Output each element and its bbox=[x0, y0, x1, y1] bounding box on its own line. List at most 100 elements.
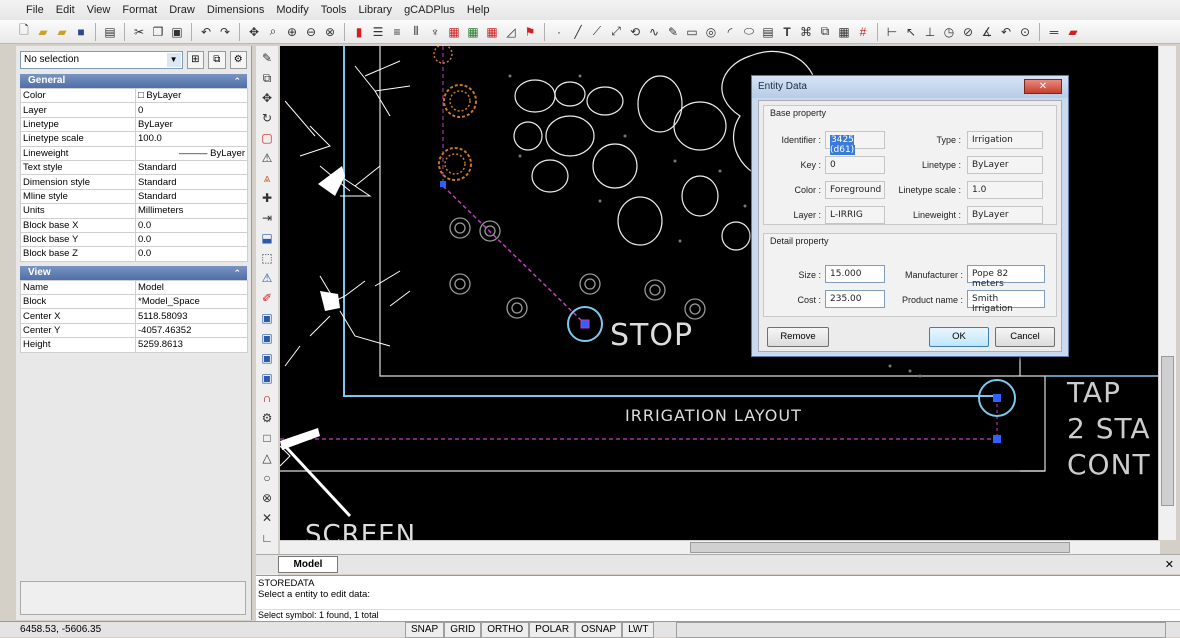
explode-icon[interactable]: ▣ bbox=[259, 330, 275, 346]
table-row[interactable]: Center Y -4057.46352 bbox=[20, 322, 248, 339]
move-icon[interactable]: ✥ bbox=[259, 90, 275, 106]
identifier-field[interactable]: 3425 (d61) bbox=[825, 131, 885, 155]
dim-style-icon[interactable]: ═ bbox=[1046, 24, 1062, 40]
remove-button[interactable]: Remove bbox=[767, 327, 829, 347]
linear-dim-icon[interactable]: ⊢ bbox=[884, 24, 900, 40]
collapse-icon[interactable]: ⌃ bbox=[233, 74, 241, 88]
erase-icon[interactable]: ✎ bbox=[259, 50, 275, 66]
line-icon[interactable]: ╱ bbox=[570, 24, 586, 40]
diameter-dim-icon[interactable]: ⊘ bbox=[960, 24, 976, 40]
save-icon[interactable]: ■ bbox=[73, 24, 89, 40]
grid-tool-icon[interactable]: # bbox=[855, 24, 871, 40]
triangle-shape-icon[interactable]: △ bbox=[259, 450, 275, 466]
circle-icon[interactable]: ◎ bbox=[703, 24, 719, 40]
table-row[interactable]: Layer 0 bbox=[20, 102, 248, 118]
table-row[interactable]: Block base Z 0.0 bbox=[20, 246, 248, 262]
table-icon[interactable]: ▦ bbox=[836, 24, 852, 40]
menu-draw[interactable]: Draw bbox=[163, 4, 201, 16]
selected-node[interactable] bbox=[580, 319, 590, 329]
tab-model[interactable]: Model bbox=[278, 556, 338, 573]
product-name-input[interactable]: Smith Irrigation bbox=[967, 290, 1045, 314]
table-row[interactable]: Color □ ByLayer bbox=[20, 87, 248, 104]
layers-icon[interactable]: ▮ bbox=[351, 24, 367, 40]
prop-value[interactable]: 0 bbox=[135, 102, 248, 118]
table-row[interactable]: Block base X 0.0 bbox=[20, 217, 248, 233]
linetype-icon[interactable]: ≡ bbox=[389, 24, 405, 40]
square-shape-icon[interactable]: □ bbox=[259, 430, 275, 446]
table-row[interactable]: Block *Model_Space bbox=[20, 294, 248, 310]
arc-icon[interactable]: ◜ bbox=[722, 24, 738, 40]
attribute-icon[interactable]: ⚙ bbox=[259, 410, 275, 426]
trim-icon[interactable]: ✚ bbox=[259, 190, 275, 206]
join-icon[interactable]: ▣ bbox=[259, 350, 275, 366]
spline-icon[interactable]: ∿ bbox=[646, 24, 662, 40]
command-input[interactable]: Select symbol: 1 found, 1 total bbox=[256, 609, 1180, 621]
extend-icon[interactable]: ⇥ bbox=[259, 210, 275, 226]
cross-icon[interactable]: ✕ bbox=[259, 510, 275, 526]
polar-toggle[interactable]: POLAR bbox=[529, 622, 576, 638]
table-row[interactable]: Name Model bbox=[20, 279, 248, 296]
measure-icon[interactable]: ◿ bbox=[503, 24, 519, 40]
chevron-down-icon[interactable]: ▼ bbox=[166, 53, 181, 67]
menu-dimensions[interactable]: Dimensions bbox=[201, 4, 270, 16]
rotate-icon[interactable]: ↻ bbox=[259, 110, 275, 126]
close-icon[interactable]: ✕ bbox=[1165, 558, 1174, 571]
menu-file[interactable]: File bbox=[20, 4, 50, 16]
vertical-scrollbar[interactable] bbox=[1158, 46, 1176, 540]
prop-value[interactable]: ByLayer bbox=[135, 116, 248, 133]
pan-icon[interactable]: ✥ bbox=[246, 24, 262, 40]
zoom-window-icon[interactable]: ⊕ bbox=[284, 24, 300, 40]
menu-view[interactable]: View bbox=[81, 4, 117, 16]
text-icon[interactable]: T bbox=[779, 24, 795, 40]
xline-icon[interactable]: ⤢ bbox=[608, 24, 624, 40]
array-icon[interactable]: ⚠ bbox=[259, 270, 275, 286]
center-mark-icon[interactable]: ⊙ bbox=[1017, 24, 1033, 40]
selection-dropdown[interactable]: No selection ▼ bbox=[20, 51, 183, 69]
group-icon[interactable]: ⧉ bbox=[817, 24, 833, 40]
block-icon[interactable]: ▦ bbox=[446, 24, 462, 40]
zoom-previous-icon[interactable]: ⊗ bbox=[322, 24, 338, 40]
osnap-toggle[interactable]: OSNAP bbox=[575, 622, 623, 638]
table-row[interactable]: Dimension style Standard bbox=[20, 174, 248, 190]
toggle-pickadd-icon[interactable]: ⚙ bbox=[229, 51, 248, 69]
prop-value[interactable]: 100.0 bbox=[135, 131, 248, 147]
ellipse-icon[interactable]: ⬭ bbox=[741, 24, 757, 40]
print-icon[interactable]: ▤ bbox=[102, 24, 118, 40]
menu-format[interactable]: Format bbox=[116, 4, 163, 16]
table-row[interactable]: Height 5259.8613 bbox=[20, 337, 248, 353]
point-icon[interactable]: · bbox=[551, 24, 567, 40]
leader-icon[interactable]: ↶ bbox=[998, 24, 1014, 40]
hook-icon[interactable]: ∩ bbox=[259, 390, 275, 406]
match-properties-icon[interactable]: ♆ bbox=[427, 24, 443, 40]
menu-help[interactable]: Help bbox=[461, 4, 496, 16]
table-row[interactable]: Linetype scale 100.0 bbox=[20, 131, 248, 147]
library-icon[interactable]: ▦ bbox=[484, 24, 500, 40]
stretch-icon[interactable]: ⬓ bbox=[259, 230, 275, 246]
grid-toggle[interactable]: GRID bbox=[444, 622, 482, 638]
circle-shape-icon[interactable]: ○ bbox=[259, 470, 275, 486]
table-row[interactable]: Block base Y 0.0 bbox=[20, 231, 248, 248]
undo-icon[interactable]: ↶ bbox=[198, 24, 214, 40]
view-section-header[interactable]: View ⌃ bbox=[20, 265, 247, 280]
mirror-icon[interactable]: ⚠ bbox=[259, 150, 275, 166]
insert-image-icon[interactable]: ⌘ bbox=[798, 24, 814, 40]
new-file-icon[interactable]: 🗋 bbox=[16, 23, 32, 40]
table-row[interactable]: Linetype ByLayer bbox=[20, 116, 248, 133]
menu-library[interactable]: Library bbox=[352, 4, 398, 16]
table-row[interactable]: Units Millimeters bbox=[20, 203, 248, 219]
ordinate-dim-icon[interactable]: ⊥ bbox=[922, 24, 938, 40]
ray-icon[interactable]: ⟋ bbox=[589, 24, 605, 40]
quick-select-icon[interactable]: ⧉ bbox=[208, 51, 226, 69]
prop-value[interactable]: □ ByLayer bbox=[135, 87, 248, 104]
zoom-extents-icon[interactable]: ⊖ bbox=[303, 24, 319, 40]
fillet-icon[interactable]: ✐ bbox=[259, 290, 275, 306]
prop-value[interactable]: 5118.58093 bbox=[135, 308, 248, 324]
size-input[interactable]: 15.000 bbox=[825, 265, 885, 283]
dim-edit-icon[interactable]: ▰ bbox=[1065, 24, 1081, 40]
rectangle-icon[interactable]: ▭ bbox=[684, 24, 700, 40]
cut-icon[interactable]: ✂ bbox=[131, 24, 147, 40]
menu-edit[interactable]: Edit bbox=[50, 4, 81, 16]
horizontal-scrollbar[interactable] bbox=[280, 540, 1160, 554]
aligned-dim-icon[interactable]: ↖ bbox=[903, 24, 919, 40]
offset-icon[interactable]: ⩓ bbox=[259, 170, 275, 186]
